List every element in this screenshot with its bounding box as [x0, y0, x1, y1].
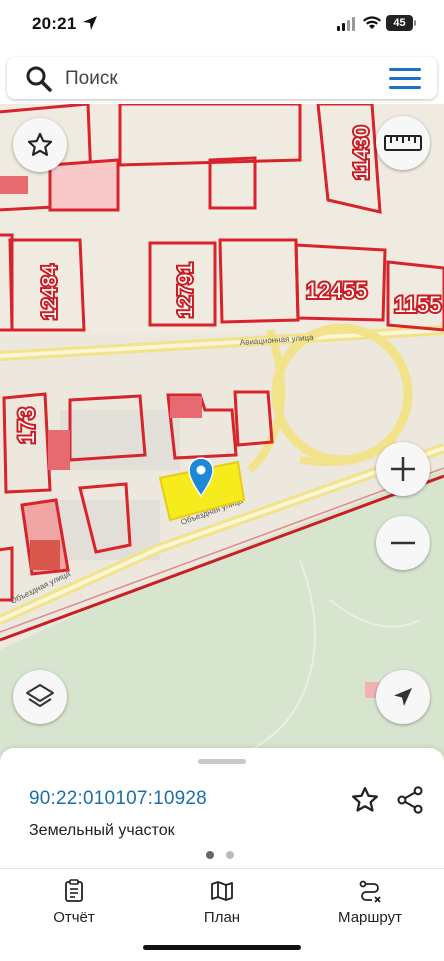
tab-plan[interactable]: План	[162, 879, 282, 926]
favorite-button[interactable]	[13, 118, 67, 172]
search-bar[interactable]: Поиск	[7, 57, 437, 99]
parcel-number-label: 12791	[175, 262, 197, 318]
status-time: 20:21	[32, 14, 77, 33]
tab-label: Маршрут	[338, 909, 402, 926]
page-dot-active	[206, 851, 214, 859]
parcel-number-label: 173	[14, 407, 39, 444]
share-icon	[397, 786, 423, 814]
zoom-in-button[interactable]	[376, 442, 430, 496]
object-type-label: Земельный участок	[29, 822, 175, 839]
object-info-sheet[interactable]: 90:22:010107:10928 Земельный участок	[0, 748, 444, 868]
navigation-arrow-icon	[394, 688, 412, 706]
parcel-number-label: 12455	[306, 278, 367, 303]
parcel-number-label: 11430	[351, 126, 373, 180]
battery-tip	[414, 20, 416, 26]
star-icon	[352, 787, 378, 812]
minus-icon	[391, 541, 415, 545]
cellular-signal-icon	[337, 17, 355, 31]
sheet-drag-handle[interactable]	[198, 759, 246, 764]
map-icon	[211, 881, 233, 901]
wifi-icon	[363, 16, 381, 29]
page-dot	[226, 851, 234, 859]
zoom-out-button[interactable]	[376, 516, 430, 570]
report-icon	[65, 879, 83, 902]
ruler-icon	[384, 135, 422, 151]
status-bar: 20:21 45	[0, 0, 444, 52]
my-location-button[interactable]	[376, 670, 430, 724]
star-icon	[27, 132, 53, 156]
road-interchange	[271, 323, 413, 465]
tab-route[interactable]: Маршрут	[310, 879, 430, 926]
home-indicator	[143, 945, 301, 950]
battery-indicator: 45	[386, 15, 413, 31]
tab-label: Отчёт	[53, 909, 95, 926]
tab-report[interactable]: Отчёт	[14, 879, 134, 926]
share-button[interactable]	[396, 785, 424, 820]
layers-button[interactable]	[13, 670, 67, 724]
hamburger-menu-icon[interactable]	[389, 68, 421, 90]
page-indicator	[206, 851, 234, 859]
layers-icon	[26, 684, 54, 707]
location-arrow-icon	[83, 16, 97, 30]
measure-button[interactable]	[376, 116, 430, 170]
cadastral-number[interactable]: 90:22:010107:10928	[29, 788, 207, 810]
search-icon[interactable]	[25, 65, 53, 93]
route-icon	[359, 880, 381, 903]
search-input[interactable]: Поиск	[65, 68, 118, 90]
map-view[interactable]: 11430 12484 12791 12455 1155 173 Авиацио…	[0, 104, 444, 760]
plus-icon	[391, 457, 415, 481]
parcel-number-label: 1155	[394, 292, 441, 317]
cadastral-map[interactable]: 11430 12484 12791 12455 1155 173 Авиацио…	[0, 104, 444, 760]
tab-label: План	[203, 909, 241, 926]
parcel-number-label: 12484	[39, 264, 61, 320]
add-favorite-button[interactable]	[350, 785, 380, 820]
